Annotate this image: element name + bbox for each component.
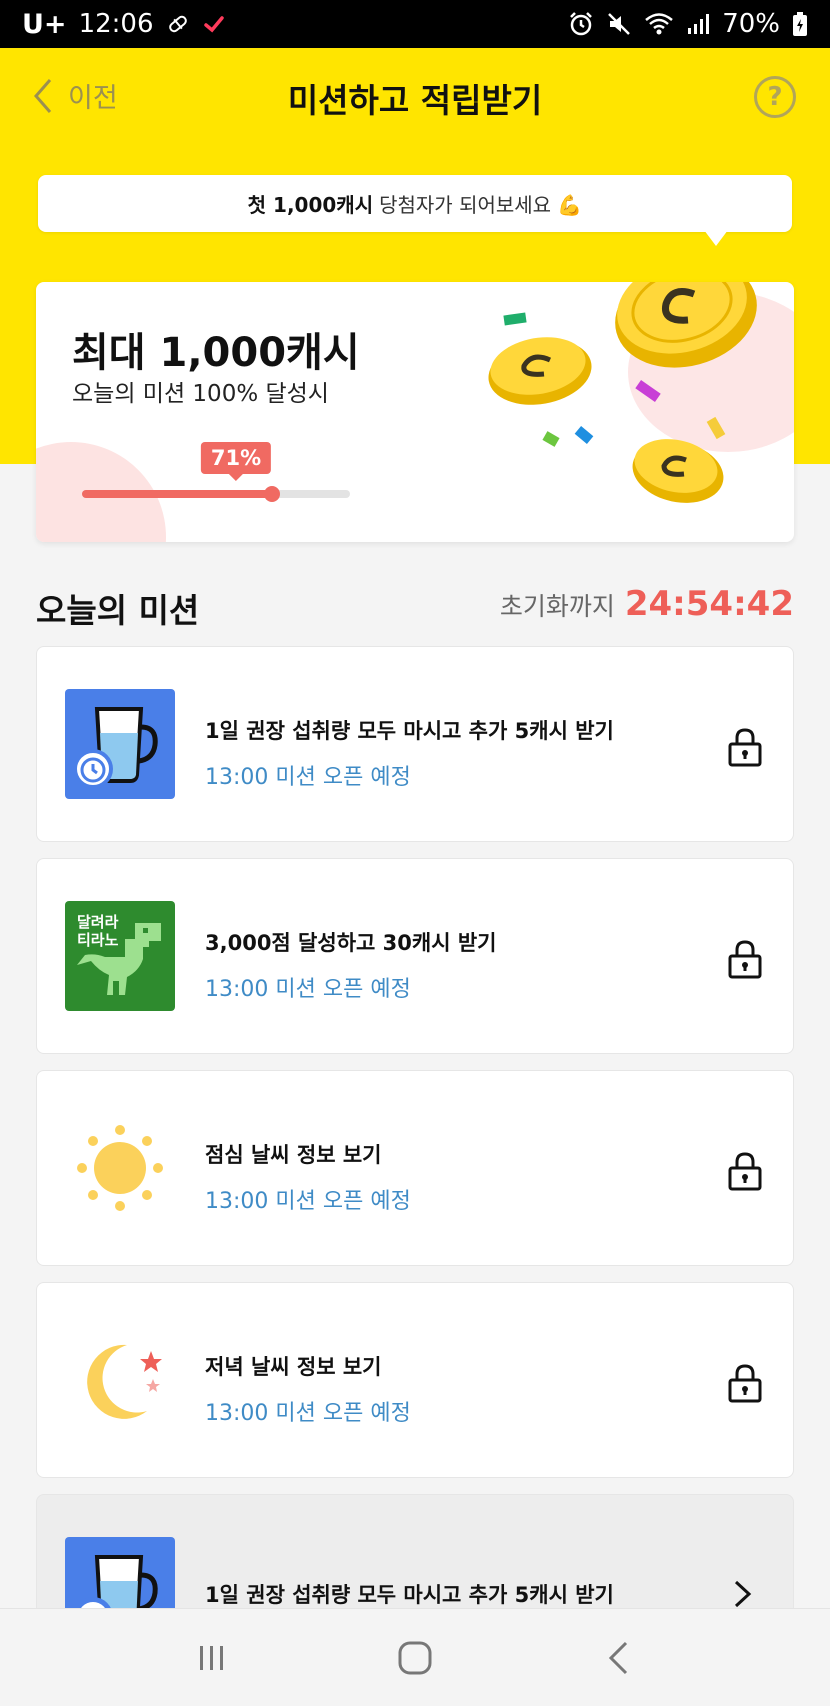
mute-icon [606, 11, 632, 37]
promo-bubble: 첫 1,000캐시 당첨자가 되어보세요 💪 [38, 175, 792, 232]
mission-title: 저녁 날씨 정보 보기 [205, 1355, 382, 1379]
lock-icon [728, 1152, 762, 1191]
mission-card[interactable]: 1일 권장 섭취량 모두 마시고 추가 5캐시 받기 13:00 미션 오픈 예… [36, 646, 794, 842]
wifi-icon [644, 12, 674, 36]
section-title: 오늘의 미션 [36, 591, 200, 630]
coins-illustration [488, 282, 757, 503]
lock-icon [728, 728, 762, 767]
progress-badge: 71% [200, 442, 272, 481]
coin-icon [632, 439, 724, 503]
battery-charging-icon [792, 11, 808, 37]
moon-stars-icon [87, 1344, 162, 1419]
dino-title-line1: 달려라 [77, 913, 119, 931]
promo-subtitle: 오늘의 미션 100% 달성시 [72, 381, 329, 407]
mission-status: 13:00 미션 오픈 예정 [205, 977, 411, 1002]
coin-icon [615, 282, 757, 368]
mission-status: 13:00 미션 오픈 예정 [205, 1189, 411, 1214]
mission-card[interactable]: 달려라 티라노 3,000점 달성하고 30캐시 받기 13:00 미션 오픈 … [36, 858, 794, 1054]
bubble-tail [704, 230, 728, 246]
dino-game-icon: 달려라 티라노 [65, 901, 175, 1011]
pill-icon [166, 12, 190, 36]
reset-timer: 24:54:42 [624, 584, 794, 624]
mission-title: 점심 날씨 정보 보기 [205, 1143, 382, 1167]
carrier-label: U+ [22, 8, 67, 40]
home-icon[interactable] [385, 1628, 445, 1688]
reset-label: 초기화까지 [499, 592, 615, 621]
mission-list: 1일 권장 섭취량 모두 마시고 추가 5캐시 받기 13:00 미션 오픈 예… [36, 646, 794, 1706]
bubble-strong-text: 첫 1,000캐시 [247, 193, 374, 217]
water-cup-alarm-icon [65, 689, 175, 799]
progress-bar [82, 486, 350, 502]
recent-apps-icon[interactable] [182, 1628, 242, 1688]
bubble-text: 당첨자가 되어보세요 💪 [379, 193, 583, 217]
progress-knob [264, 486, 280, 502]
mission-card[interactable]: 점심 날씨 정보 보기 13:00 미션 오픈 예정 [36, 1070, 794, 1266]
sun-icon [77, 1125, 163, 1211]
battery-percent: 70% [722, 9, 780, 39]
promo-title: 최대 1,000캐시 [72, 330, 360, 376]
chevron-right-icon [734, 1580, 752, 1608]
mission-title: 3,000점 달성하고 30캐시 받기 [205, 931, 497, 955]
system-nav-bar [0, 1608, 830, 1706]
mission-card[interactable]: 저녁 날씨 정보 보기 13:00 미션 오픈 예정 [36, 1282, 794, 1478]
status-bar: U+ 12:06 70% [0, 0, 830, 48]
page-title: 미션하고 적립받기 [287, 81, 543, 120]
status-time: 12:06 [78, 9, 154, 39]
progress-fill [82, 490, 272, 498]
lock-icon [728, 940, 762, 979]
signal-icon [686, 12, 710, 36]
lock-icon [728, 1364, 762, 1403]
dino-title-line2: 티라노 [77, 931, 119, 949]
mission-status: 13:00 미션 오픈 예정 [205, 1401, 411, 1426]
promo-card: 최대 1,000캐시 오늘의 미션 100% 달성시 71% [36, 282, 794, 542]
reset-countdown: 초기화까지 24:54:42 [500, 584, 794, 624]
alarm-icon [568, 11, 594, 37]
check-icon [202, 12, 226, 36]
mission-title: 1일 권장 섭취량 모두 마시고 추가 5캐시 받기 [205, 719, 614, 743]
mission-status: 13:00 미션 오픈 예정 [205, 765, 411, 790]
coin-icon [488, 337, 592, 405]
question-circle-icon[interactable]: ? [754, 76, 796, 118]
header: 이전 미션하고 적립받기 ? [0, 48, 830, 148]
mission-title: 1일 권장 섭취량 모두 마시고 추가 5캐시 받기 [205, 1583, 614, 1607]
back-icon[interactable] [588, 1628, 648, 1688]
